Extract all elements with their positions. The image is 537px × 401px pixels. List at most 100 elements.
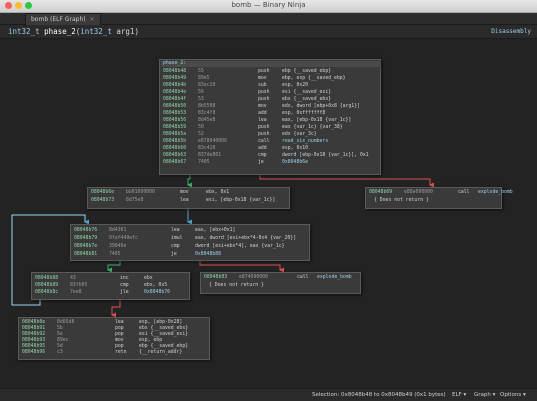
instr-operands[interactable]: dword [ebp-0x18 {var_1c}], 0x1 bbox=[282, 153, 369, 159]
no-return-note: { Does not return } bbox=[374, 198, 429, 203]
instr-mnemonic[interactable]: cmp bbox=[258, 153, 267, 159]
instr-address[interactable]: 08048b73 bbox=[91, 198, 114, 204]
instr-mnemonic[interactable]: push bbox=[258, 125, 270, 131]
instr-address[interactable]: 08048b53 bbox=[163, 111, 186, 117]
instr-operands[interactable]: eax {var_1c} {var_38} bbox=[282, 125, 343, 131]
instr-bytes: 7405 bbox=[198, 160, 210, 165]
instr-address[interactable]: 08048b63 bbox=[163, 153, 186, 159]
instr-operands[interactable]: edx, dword [ebp+0x8 {arg1}] bbox=[282, 104, 360, 110]
instr-address[interactable]: 08048b79 bbox=[74, 236, 97, 242]
graph-view[interactable]: phase_2: 08048b48 55 push ebp {__saved_ebp}… bbox=[0, 39, 537, 388]
instr-address[interactable]: 08048b8c bbox=[35, 290, 58, 296]
instr-mnemonic[interactable]: add bbox=[258, 146, 267, 152]
instr-address[interactable]: 08048b48 bbox=[163, 69, 186, 75]
options-dropdown[interactable]: Options ▾ bbox=[500, 389, 526, 401]
instr-address[interactable]: 08048b49 bbox=[163, 76, 186, 82]
view-dropdown[interactable]: Graph ▾ bbox=[474, 389, 495, 401]
instr-address[interactable]: 08048b76 bbox=[74, 228, 97, 234]
instr-operands[interactable]: explode_bomb bbox=[317, 275, 352, 281]
instr-operands[interactable]: ebx, 0x1 bbox=[206, 190, 229, 196]
instr-operands[interactable]: explode_bomb bbox=[478, 190, 513, 196]
instr-operands[interactable]: 0x8048b88 bbox=[195, 252, 221, 258]
instr-mnemonic[interactable]: sub bbox=[258, 83, 267, 89]
instr-address[interactable]: 08048b50 bbox=[163, 104, 186, 110]
instr-address[interactable]: 08048b81 bbox=[74, 252, 97, 258]
instr-address[interactable]: 08048b5b bbox=[163, 139, 186, 145]
instr-address[interactable]: 08048b69 bbox=[369, 190, 392, 196]
instr-address[interactable]: 08048b60 bbox=[163, 146, 186, 152]
instr-address[interactable]: 08048b83 bbox=[204, 275, 227, 281]
basic-block-init-loop[interactable]: 08048b6e bb01000000 mov ebx, 0x1 08048b73 8d… bbox=[87, 187, 290, 209]
instr-address[interactable]: 08048b59 bbox=[163, 125, 186, 131]
instr-mnemonic[interactable]: push bbox=[258, 97, 270, 103]
basic-block-loop-increment[interactable]: 08048b88 43 inc ebx 08048b89 83fb05 cmp ebx, 0… bbox=[31, 272, 190, 300]
instr-operands[interactable]: ebx bbox=[144, 276, 153, 282]
instr-operands[interactable]: 0x8048b76 bbox=[144, 290, 170, 296]
instr-mnemonic[interactable]: retn bbox=[115, 350, 127, 356]
instr-address[interactable]: 08048b4b bbox=[163, 83, 186, 89]
instr-mnemonic[interactable]: call bbox=[297, 275, 309, 281]
instr-mnemonic[interactable]: push bbox=[258, 90, 270, 96]
instr-mnemonic[interactable]: lea bbox=[171, 228, 180, 234]
instr-address[interactable]: 08048b7e bbox=[74, 244, 97, 250]
instr-address[interactable]: 08048b67 bbox=[163, 160, 186, 166]
instr-address[interactable]: 08048b96 bbox=[22, 350, 45, 356]
instr-mnemonic[interactable]: push bbox=[258, 69, 270, 75]
arg-name[interactable]: arg1 bbox=[116, 27, 134, 36]
instr-operands[interactable]: eax, [ebx+0x1] bbox=[195, 228, 235, 234]
instr-mnemonic[interactable]: inc bbox=[120, 276, 129, 282]
instr-mnemonic[interactable]: imul bbox=[171, 236, 183, 242]
instr-mnemonic[interactable]: mov bbox=[180, 190, 189, 196]
instr-address[interactable]: 08048b4f bbox=[163, 97, 186, 103]
instr-mnemonic[interactable]: lea bbox=[258, 118, 267, 124]
basic-block-epilogue[interactable]: 08048b8e 8d65d8 lea esp, [ebp-0x28] 08048b9… bbox=[18, 317, 210, 360]
instr-mnemonic[interactable]: cmp bbox=[120, 283, 129, 289]
edge-true-entry bbox=[187, 174, 192, 188]
instr-operands[interactable]: ebp {__saved_ebp} bbox=[282, 69, 331, 75]
close-tab-icon[interactable]: × bbox=[90, 16, 95, 23]
function-signature: int32_t phase_2(int32_t arg1) bbox=[8, 25, 139, 38]
instr-mnemonic[interactable]: add bbox=[258, 111, 267, 117]
instr-mnemonic[interactable]: call bbox=[258, 139, 270, 145]
view-mode-selector[interactable]: Disassembly bbox=[491, 25, 531, 38]
instr-mnemonic[interactable]: cmp bbox=[171, 244, 180, 250]
basic-block-explode-1[interactable]: 08048b69 e88e090000 call explode_bomb { Doe… bbox=[365, 187, 513, 209]
tab-bomb-elf-graph[interactable]: bomb (ELF Graph) × bbox=[25, 13, 101, 25]
instr-operands[interactable]: esi, [ebp-0x18 {var_1c}] bbox=[206, 198, 275, 204]
instr-mnemonic[interactable]: je bbox=[258, 160, 264, 166]
edge-false-entry bbox=[259, 174, 434, 188]
function-name[interactable]: phase_2 bbox=[44, 27, 76, 36]
instr-mnemonic[interactable]: lea bbox=[180, 198, 189, 204]
instr-operands[interactable]: esi {__saved_esi} bbox=[282, 90, 331, 96]
basic-block-entry[interactable]: phase_2: 08048b48 55 push ebp {__saved_ebp}… bbox=[159, 59, 381, 175]
basic-block-explode-2[interactable]: 08048b83 e874090000 call explode_bomb { Doe… bbox=[200, 272, 361, 294]
instr-operands[interactable]: esp, 0x20 bbox=[282, 83, 308, 89]
instr-operands[interactable]: esp, 0x10 bbox=[282, 146, 308, 152]
instr-operands[interactable]: read_six_numbers bbox=[282, 139, 328, 145]
instr-address[interactable]: 08048b4e bbox=[163, 90, 186, 96]
instr-operands[interactable]: edx {var_3c} bbox=[282, 132, 317, 138]
instr-mnemonic[interactable]: mov bbox=[258, 76, 267, 82]
status-bar: Selection: 0x8048b48 to 0x8048b49 (0x1 b… bbox=[0, 388, 537, 401]
arch-dropdown[interactable]: ELF ▾ bbox=[452, 389, 466, 401]
instr-operands[interactable]: eax, [ebp-0x18 {var_1c}] bbox=[282, 118, 351, 124]
instr-address[interactable]: 08048b89 bbox=[35, 283, 58, 289]
instr-mnemonic[interactable]: jle bbox=[120, 290, 129, 296]
instr-mnemonic[interactable]: je bbox=[171, 252, 177, 258]
instr-operands[interactable]: eax, dword [esi+ebx*4-0x4 {var_20}] bbox=[195, 236, 296, 242]
instr-mnemonic[interactable]: mov bbox=[258, 104, 267, 110]
instr-address[interactable]: 08048b5a bbox=[163, 132, 186, 138]
instr-operands[interactable]: ebx, 0x5 bbox=[144, 283, 167, 289]
instr-address[interactable]: 08048b88 bbox=[35, 276, 58, 282]
instr-operands[interactable]: 0x8048b6e bbox=[282, 160, 308, 166]
instr-operands[interactable]: {__return_addr} bbox=[139, 350, 182, 356]
basic-block-loop-body[interactable]: 08048b76 8d4301 lea eax, [ebx+0x1] 08048b79… bbox=[70, 224, 310, 261]
instr-mnemonic[interactable]: call bbox=[458, 190, 470, 196]
instr-mnemonic[interactable]: push bbox=[258, 132, 270, 138]
instr-address[interactable]: 08048b6e bbox=[91, 190, 114, 196]
instr-operands[interactable]: dword [esi+ebx*4], eax {var_1c} bbox=[195, 244, 285, 250]
instr-operands[interactable]: ebp, esp {__saved_ebp} bbox=[282, 76, 346, 82]
instr-operands[interactable]: esp, 0xfffffff8 bbox=[282, 111, 325, 117]
instr-operands[interactable]: ebx {__saved_ebx} bbox=[282, 97, 331, 103]
instr-address[interactable]: 08048b56 bbox=[163, 118, 186, 124]
